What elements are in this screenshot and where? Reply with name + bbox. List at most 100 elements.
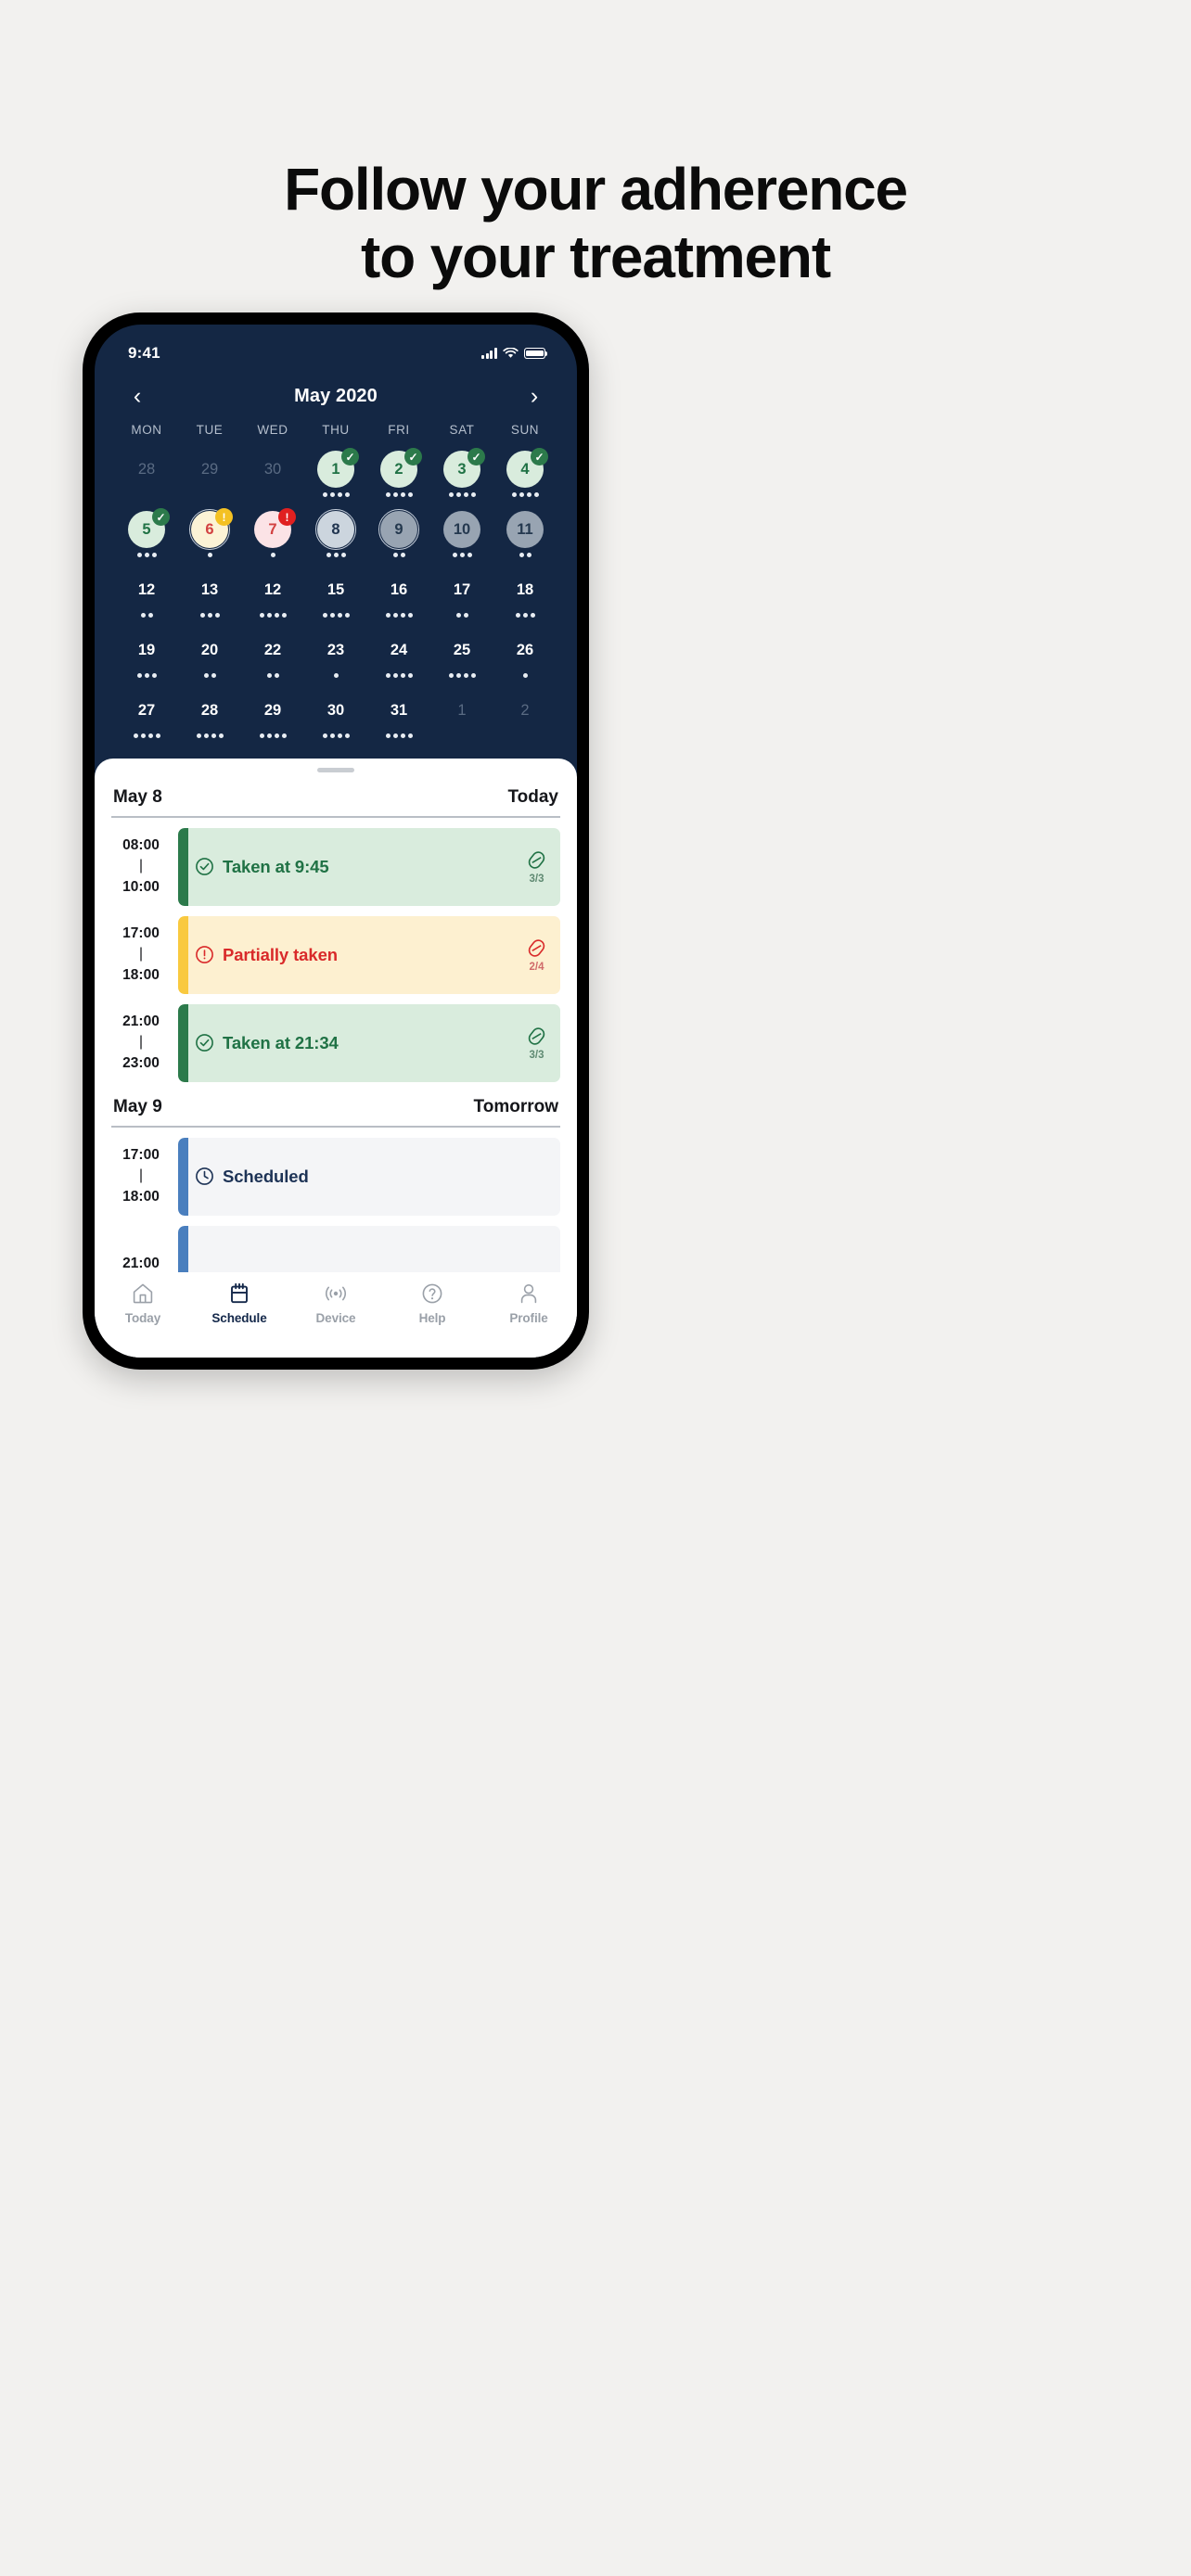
calendar-day-cell[interactable]: 15 — [304, 568, 367, 627]
calendar-day-cell[interactable]: 13 — [178, 568, 241, 627]
calendar-day-number: 29 — [200, 460, 219, 478]
tab-schedule[interactable]: Schedule — [200, 1282, 278, 1325]
person-icon — [517, 1282, 541, 1306]
calendar-day-cell[interactable]: 9 — [367, 508, 430, 567]
calendar-day-cell[interactable]: 8 — [304, 508, 367, 567]
calendar-day: 28 — [127, 450, 166, 489]
calendar-day-cell[interactable]: 7! — [241, 508, 304, 567]
dose-dots — [203, 673, 216, 679]
calendar-day: 7! — [253, 508, 296, 549]
calendar-day-cell[interactable]: 1 — [430, 689, 493, 747]
chevron-right-icon[interactable]: › — [521, 382, 547, 410]
calendar-day-cell[interactable]: 16 — [367, 568, 430, 627]
time-separator: | — [138, 858, 144, 874]
calendar-day: 19 — [127, 631, 166, 670]
calendar-day-cell[interactable]: 29 — [241, 689, 304, 747]
calendar-day-cell[interactable]: 2 ✓ — [367, 448, 430, 506]
calendar-day-cell[interactable]: 20 — [178, 629, 241, 687]
status-color-bar — [178, 1137, 188, 1216]
dose-dots — [199, 613, 220, 618]
tab-device[interactable]: Device — [297, 1282, 375, 1325]
calendar-day-cell[interactable]: 31 — [367, 689, 430, 747]
calendar-day-cell[interactable]: 24 — [367, 629, 430, 687]
calendar-day: 29 — [253, 691, 292, 730]
calendar-day-cell[interactable]: 28 — [178, 689, 241, 747]
time-separator: | — [138, 946, 144, 963]
calendar-day-number: 18 — [516, 580, 534, 598]
headline-line-2: to your treatment — [361, 223, 831, 290]
schedule-entry[interactable]: 21:00 | 23:00 Taken at 21:34 3/3 — [111, 994, 560, 1082]
check-badge-icon: ✓ — [467, 448, 485, 465]
calendar-day-cell[interactable]: 23 — [304, 629, 367, 687]
schedule-entry-status: Taken at 9:45 — [195, 857, 329, 877]
calendar-day-cell[interactable]: 5 ✓ — [115, 508, 178, 567]
calendar-day: 25 — [442, 631, 481, 670]
schedule-list[interactable]: May 8 Today 08:00 | 10:00 Taken at 9:45 3/3 17:… — [95, 772, 577, 1272]
schedule-entry-card[interactable]: Partially taken 2/4 — [178, 915, 560, 994]
calendar-day: 1 — [442, 691, 481, 730]
pill-icon — [526, 849, 547, 871]
tab-profile[interactable]: Profile — [490, 1282, 568, 1325]
calendar-day-cell[interactable]: 10 — [430, 508, 493, 567]
dose-dots — [322, 613, 350, 618]
calendar-day: 20 — [190, 631, 229, 670]
exclamation-circle-icon — [195, 945, 214, 964]
schedule-entry[interactable]: 17:00 | 18:00 Scheduled — [111, 1128, 560, 1216]
calendar-day-cell[interactable]: 18 — [493, 568, 557, 627]
calendar-day: 27 — [127, 691, 166, 730]
tab-today[interactable]: Today — [104, 1282, 182, 1325]
calendar-day-cell[interactable]: 6! — [178, 508, 241, 567]
calendar-day: 10 — [442, 510, 481, 549]
calendar-day-cell[interactable]: 1 ✓ — [304, 448, 367, 506]
schedule-entry[interactable]: 21:00 — [111, 1216, 560, 1272]
calendar-day: 30 — [316, 691, 355, 730]
calendar-day-cell[interactable]: 4 ✓ — [493, 448, 557, 506]
calendar-day: 22 — [253, 631, 292, 670]
calendar-day: 31 — [379, 691, 418, 730]
calendar-day: 13 — [190, 570, 229, 609]
calendar-day: 3 ✓ — [442, 448, 485, 489]
schedule-entry[interactable]: 08:00 | 10:00 Taken at 9:45 3/3 — [111, 818, 560, 906]
calendar-day-cell[interactable]: 2 — [493, 689, 557, 747]
schedule-entry-card[interactable]: Scheduled — [178, 1137, 560, 1216]
pill-icon — [526, 937, 547, 959]
calendar-day-cell[interactable]: 26 — [493, 629, 557, 687]
dose-dots — [322, 492, 350, 498]
calendar-day-cell[interactable]: 27 — [115, 689, 178, 747]
dose-dots — [385, 733, 413, 739]
calendar-day-cell[interactable]: 11 — [493, 508, 557, 567]
schedule-entry-status-text: Taken at 9:45 — [223, 856, 329, 876]
calendar-day-cell[interactable]: 28 — [115, 448, 178, 506]
schedule-entry-card[interactable]: Taken at 21:34 3/3 — [178, 1003, 560, 1082]
calendar-day-number: 16 — [390, 580, 408, 598]
schedule-sheet: May 8 Today 08:00 | 10:00 Taken at 9:45 3/3 17:… — [95, 759, 577, 1358]
calendar-day-cell[interactable]: 12 — [115, 568, 178, 627]
status-bar-icons — [481, 348, 548, 359]
calendar-day: 5 ✓ — [127, 508, 170, 549]
calendar-day-number: 25 — [453, 641, 471, 658]
calendar-day-cell[interactable]: 30 — [304, 689, 367, 747]
calendar-day-number: 20 — [200, 641, 219, 658]
calendar-day-cell[interactable]: 17 — [430, 568, 493, 627]
calendar-day-cell[interactable]: 25 — [430, 629, 493, 687]
schedule-entry-card[interactable]: Taken at 9:45 3/3 — [178, 827, 560, 906]
schedule-entry-card[interactable] — [178, 1225, 560, 1272]
dose-dots — [392, 553, 405, 558]
calendar-day-cell[interactable]: 30 — [241, 448, 304, 506]
time-separator: | — [138, 1167, 144, 1184]
dose-dots — [259, 733, 287, 739]
calendar-day-cell[interactable]: 29 — [178, 448, 241, 506]
calendar-day-cell[interactable]: 19 — [115, 629, 178, 687]
dose-count: 2/4 — [529, 961, 544, 973]
calendar-day-cell[interactable]: 3 ✓ — [430, 448, 493, 506]
calendar: ‹ May 2020 › MON TUE WED THU FRI SAT SUN 28 29 3… — [95, 375, 577, 755]
chevron-left-icon[interactable]: ‹ — [124, 382, 150, 410]
schedule-section-relative: Tomorrow — [473, 1096, 558, 1116]
calendar-day-cell[interactable]: 12 — [241, 568, 304, 627]
schedule-entry[interactable]: 17:00 | 18:00 Partially taken 2/4 — [111, 906, 560, 994]
calendar-day-number: 7 — [268, 520, 277, 538]
tab-help[interactable]: Help — [393, 1282, 471, 1325]
calendar-day-cell[interactable]: 22 — [241, 629, 304, 687]
dose-dots — [385, 673, 413, 679]
bottom-tab-bar: Today Schedule Device Help Profile — [95, 1272, 577, 1358]
